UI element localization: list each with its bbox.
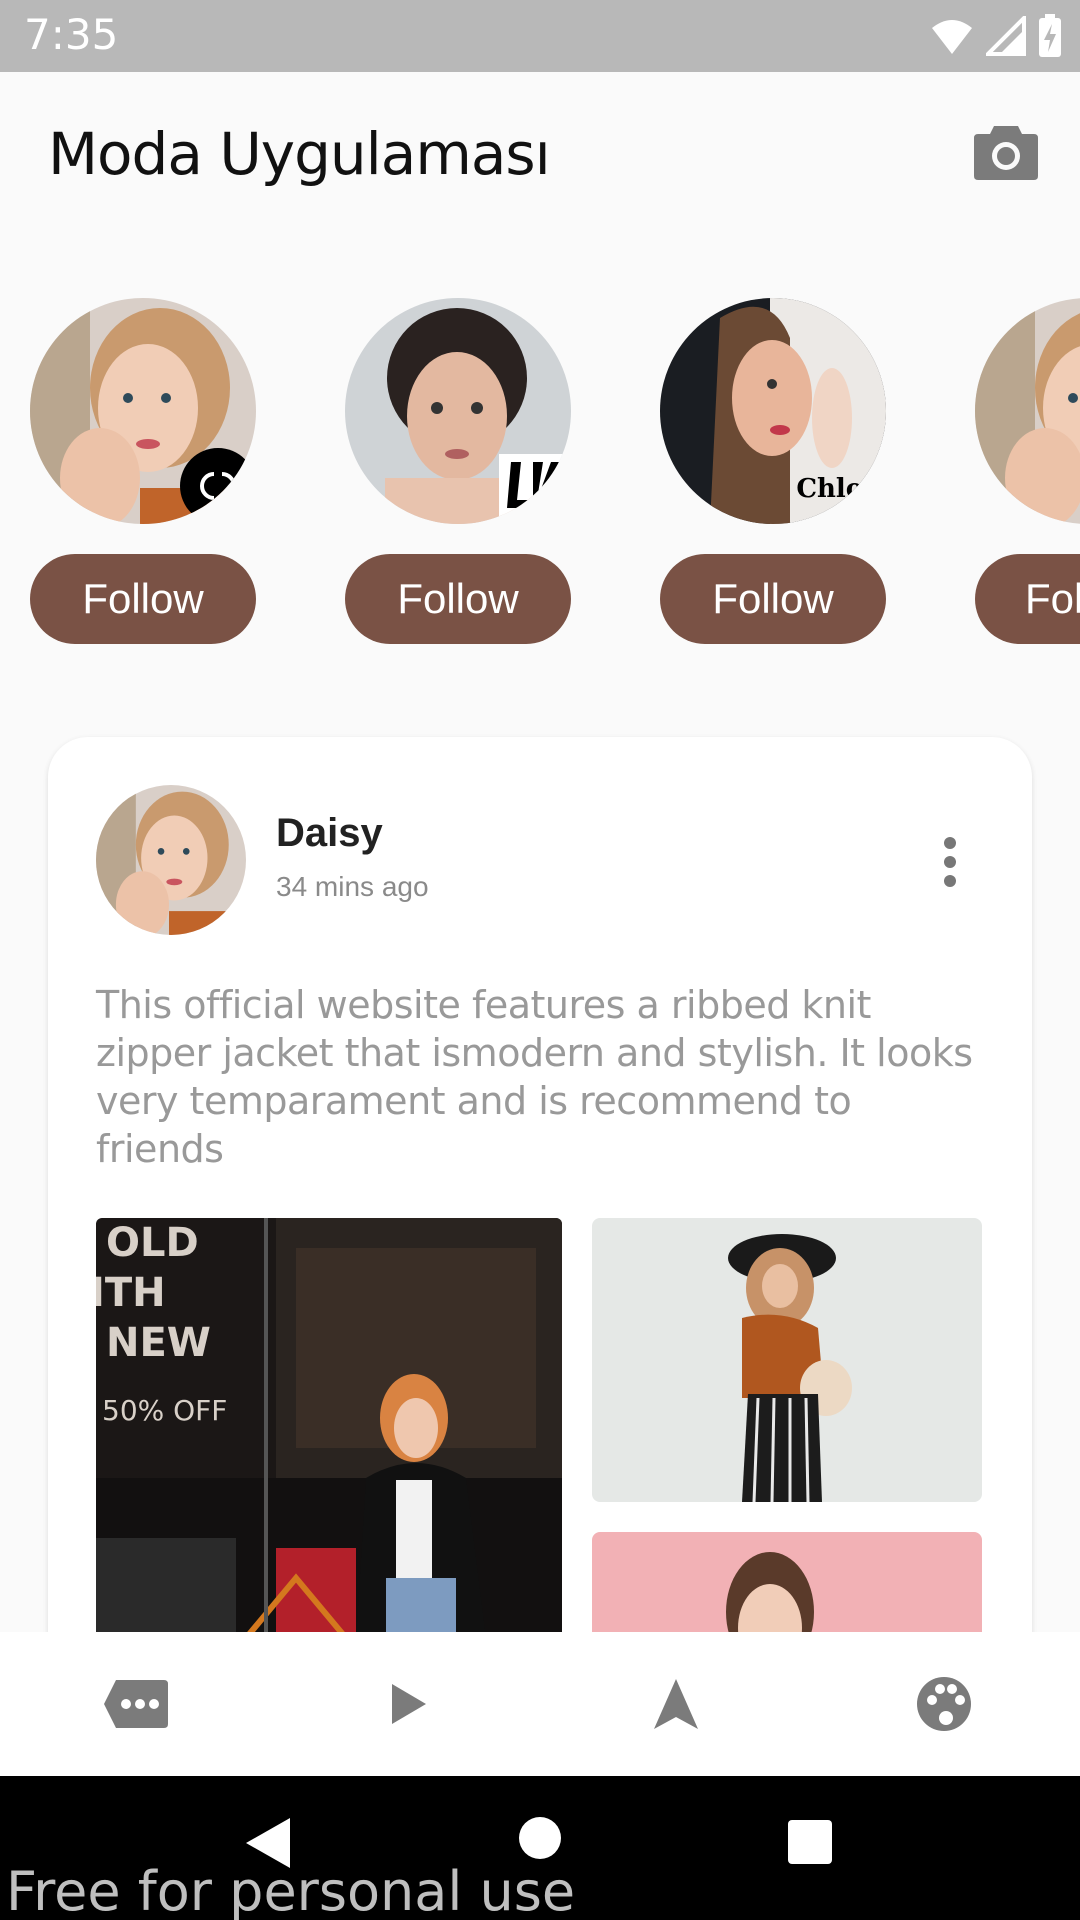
follow-button[interactable]: Follow	[660, 554, 886, 644]
chanel-logo	[180, 448, 256, 524]
wifi-icon	[932, 20, 972, 54]
story-item: Follow	[345, 298, 571, 644]
play-icon	[392, 1684, 426, 1724]
battery-icon	[1039, 14, 1061, 57]
bottom-navigation	[0, 1632, 1080, 1776]
status-time: 7:35	[24, 10, 119, 59]
nav-chat[interactable]	[100, 1672, 172, 1736]
app-title: Moda Uygulaması	[48, 120, 551, 188]
follow-button[interactable]: Follow	[30, 554, 256, 644]
post-author[interactable]: Daisy	[276, 811, 383, 856]
nav-play[interactable]	[372, 1672, 444, 1736]
store-sign-line: NEW	[106, 1320, 211, 1366]
nav-palette[interactable]	[908, 1672, 980, 1736]
store-window-photo[interactable]: OLD ITH NEW 50% OFF	[96, 1218, 562, 1638]
home-icon[interactable]	[518, 1816, 562, 1860]
status-icons	[930, 14, 1062, 58]
story-item: Follow	[975, 298, 1080, 644]
camera-button[interactable]	[972, 120, 1040, 184]
store-sign-line: OLD	[106, 1220, 199, 1266]
more-vert-icon	[944, 837, 956, 887]
navigation-icon	[654, 1679, 698, 1729]
avatar[interactable]	[96, 785, 246, 935]
palette-icon	[917, 1677, 971, 1731]
story-avatar[interactable]	[30, 298, 256, 524]
story-avatar[interactable]: Chloé	[660, 298, 886, 524]
chat-icon	[104, 1680, 168, 1728]
hijab-model-photo[interactable]	[592, 1218, 982, 1502]
story-avatar[interactable]	[975, 298, 1080, 524]
story-avatar[interactable]	[345, 298, 571, 524]
more-options-button[interactable]	[940, 837, 960, 887]
nav-navigation[interactable]	[640, 1672, 712, 1736]
post-time: 34 mins ago	[276, 871, 429, 902]
status-bar: 7:35	[0, 0, 1080, 72]
store-sign-line: ITH	[96, 1270, 166, 1316]
recents-icon[interactable]	[788, 1820, 832, 1864]
follow-button[interactable]: Follow	[975, 554, 1080, 644]
stories-row: Follow Follow Chloé Follow Fol	[0, 298, 1080, 648]
pink-background-portrait[interactable]	[592, 1532, 982, 1638]
camera-icon	[974, 126, 1038, 180]
store-offer-text: 50% OFF	[102, 1394, 228, 1427]
watermark-text: Free for personal use	[6, 1860, 576, 1920]
signal-icon	[986, 16, 1026, 56]
louis-vuitton-logo	[499, 454, 565, 520]
follow-button[interactable]: Follow	[345, 554, 571, 644]
story-item: Follow	[30, 298, 256, 644]
post-text: This official website features a ribbed …	[96, 983, 973, 1171]
story-item: Chloé Follow	[660, 298, 886, 644]
chloe-logo: Chloé	[796, 474, 880, 504]
